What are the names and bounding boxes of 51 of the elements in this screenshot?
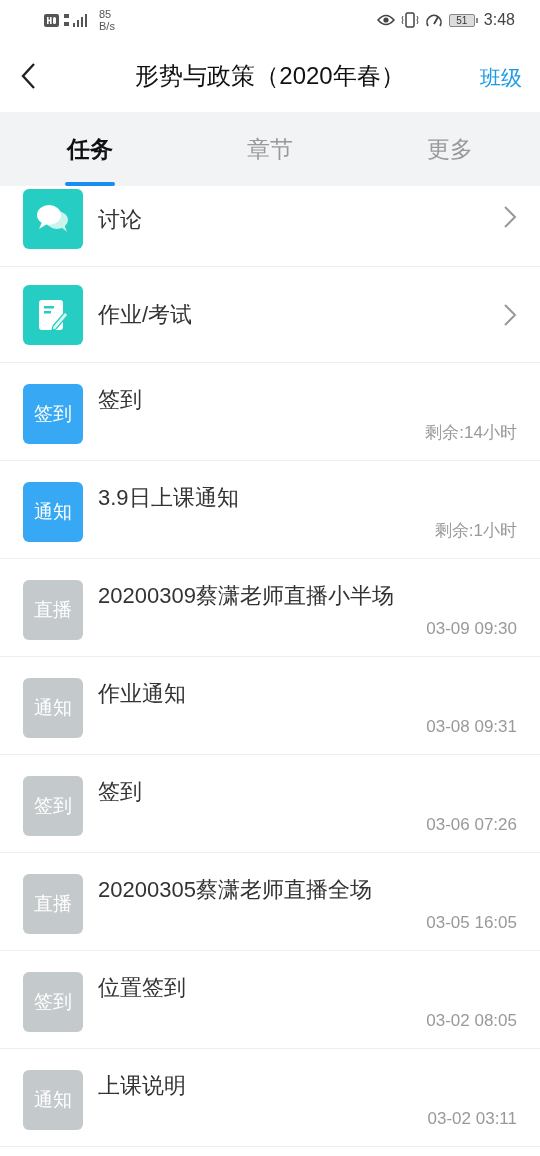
task-time: 03-09 09:30: [426, 618, 517, 640]
task-time: 03-02 03:11: [427, 1108, 517, 1130]
list-item[interactable]: 讨论: [0, 186, 540, 267]
battery-icon: 51: [448, 13, 475, 27]
task-type-badge: 签到: [23, 972, 83, 1032]
vibrate-icon: [400, 12, 419, 28]
hd-icon: [44, 13, 59, 27]
list-item-title: 作业/考试: [98, 301, 193, 329]
task-item[interactable]: 签到 签到 剩余:14小时: [0, 363, 540, 461]
gauge-icon: [424, 12, 443, 28]
task-title: 3.9日上课通知: [98, 484, 240, 512]
task-item[interactable]: 直播 20200305蔡潇老师直播全场 03-05 16:05: [0, 853, 540, 951]
list-item[interactable]: 作业/考试: [0, 267, 540, 363]
page-title: 形势与政策（2020年春）: [135, 61, 405, 91]
tab[interactable]: 任务: [0, 112, 180, 186]
task-type-badge: 通知: [23, 482, 83, 542]
task-title: 20200305蔡潇老师直播全场: [98, 876, 373, 904]
task-item[interactable]: 签到 位置签到 03-02 08:05: [0, 951, 540, 1049]
task-item[interactable]: 通知 上课说明 03-02 03:11: [0, 1049, 540, 1147]
task-title: 作业通知: [98, 680, 187, 708]
note-pencil-icon: [37, 297, 69, 332]
task-item[interactable]: 通知 作业通知 03-08 09:31: [0, 657, 540, 755]
task-item[interactable]: 通知 3.9日上课通知 剩余:1小时: [0, 461, 540, 559]
task-title: 签到: [98, 778, 143, 806]
task-type-badge: 通知: [23, 678, 83, 738]
task-time: 03-06 07:26: [426, 814, 517, 836]
task-item[interactable]: 签到 签到 03-06 07:26: [0, 755, 540, 853]
task-type-badge: 直播: [23, 874, 83, 934]
network-speed-value: 85: [99, 8, 113, 20]
list-item-title: 讨论: [98, 206, 142, 234]
task-title: 位置签到: [98, 974, 187, 1002]
task-item[interactable]: 直播 20200309蔡潇老师直播小半场 03-09 09:30: [0, 559, 540, 657]
task-title: 上课说明: [98, 1072, 187, 1100]
task-type-badge: 直播: [23, 580, 83, 640]
chevron-right-icon: [503, 205, 517, 229]
network-speed-unit: B/s: [99, 20, 115, 32]
chat-bubbles-icon: [36, 204, 70, 234]
task-time: 03-08 09:31: [426, 716, 517, 738]
task-time: 03-05 16:05: [426, 912, 517, 934]
task-title: 20200309蔡潇老师直播小半场: [98, 582, 395, 610]
back-icon: [20, 62, 36, 90]
chevron-right-icon: [503, 302, 517, 327]
task-time: 03-02 08:05: [426, 1010, 517, 1032]
eye-icon: [376, 14, 395, 26]
task-time: 剩余:14小时: [425, 422, 517, 444]
clock: 3:48: [483, 10, 515, 30]
task-type-badge: 签到: [23, 776, 83, 836]
task-type-badge: 通知: [23, 1070, 83, 1130]
task-type-badge: 签到: [23, 384, 83, 444]
task-time: 剩余:1小时: [434, 520, 517, 542]
task-title: 签到: [98, 386, 143, 414]
